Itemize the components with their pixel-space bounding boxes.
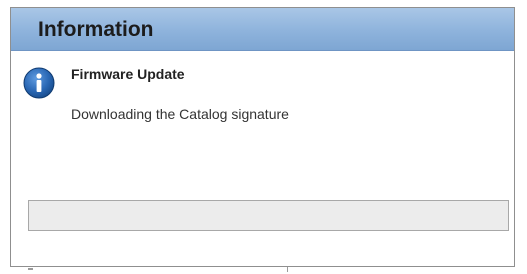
progress-bar: [28, 200, 509, 231]
info-icon: [23, 67, 55, 99]
information-dialog: Information Firmware Update Downloading …: [10, 7, 515, 267]
window-edge-mark: [28, 268, 33, 270]
dialog-heading: Firmware Update: [71, 66, 185, 82]
dialog-title: Information: [38, 18, 154, 41]
window-edge-tick: [287, 267, 288, 272]
dialog-title-bar[interactable]: Information: [11, 8, 514, 51]
status-message: Downloading the Catalog signature: [71, 106, 289, 122]
